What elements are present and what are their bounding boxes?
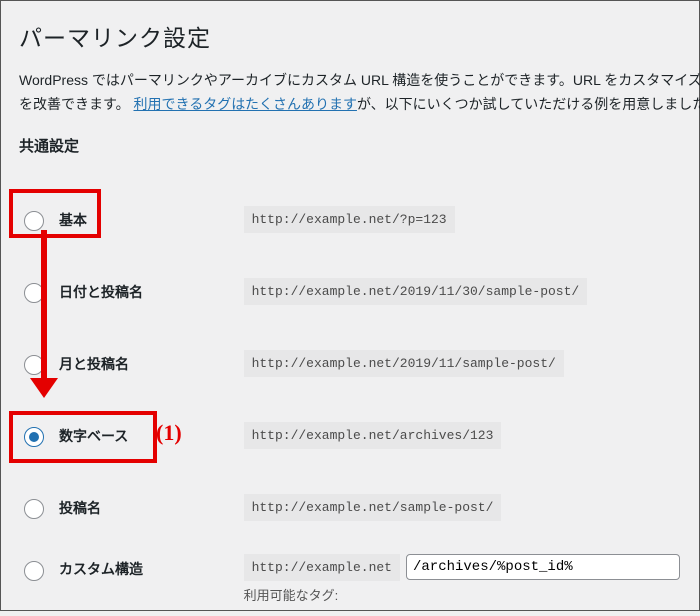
option-row-plain: 基本 http://example.net/?p=123 xyxy=(19,184,681,256)
permalink-options-table: 基本 http://example.net/?p=123 日付と投稿名 http… xyxy=(19,184,681,616)
available-tags-link[interactable]: 利用できるタグはたくさんあります xyxy=(134,96,357,112)
option-label: 月と投稿名 xyxy=(59,354,129,374)
custom-structure-input[interactable] xyxy=(406,554,680,580)
intro-after: が、以下にいくつか試していただける例を用意しました。 xyxy=(357,96,700,112)
example-dayname: http://example.net/2019/11/30/sample-pos… xyxy=(244,278,588,305)
option-row-custom: カスタム構造 http://example.net 利用可能なタグ: xyxy=(19,544,681,616)
page-title: パーマリンク設定 xyxy=(19,19,681,53)
option-label: 基本 xyxy=(59,210,87,230)
radio-plain[interactable] xyxy=(24,211,44,231)
example-postname: http://example.net/sample-post/ xyxy=(244,494,502,521)
available-tags-hint: 利用可能なタグ: xyxy=(244,581,680,604)
option-numeric[interactable]: 数字ベース xyxy=(19,424,233,447)
common-settings-heading: 共通設定 xyxy=(19,135,681,156)
option-row-dayname: 日付と投稿名 http://example.net/2019/11/30/sam… xyxy=(19,256,681,328)
radio-numeric[interactable] xyxy=(24,427,44,447)
option-custom[interactable]: カスタム構造 xyxy=(19,558,233,581)
option-row-postname: 投稿名 http://example.net/sample-post/ xyxy=(19,472,681,544)
example-plain: http://example.net/?p=123 xyxy=(244,206,455,233)
option-label: 投稿名 xyxy=(59,498,101,518)
intro-prefix: を改善できます。 xyxy=(19,96,130,112)
example-numeric: http://example.net/archives/123 xyxy=(244,422,502,449)
intro-paragraph: WordPress ではパーマリンクやアーカイブにカスタム URL 構造を使うこ… xyxy=(19,69,681,117)
radio-postname[interactable] xyxy=(24,499,44,519)
radio-dayname[interactable] xyxy=(24,283,44,303)
radio-custom[interactable] xyxy=(24,561,44,581)
custom-base-url: http://example.net xyxy=(244,554,400,581)
option-dayname[interactable]: 日付と投稿名 xyxy=(19,280,233,303)
radio-monthname[interactable] xyxy=(24,355,44,375)
option-row-numeric: 数字ベース http://example.net/archives/123 xyxy=(19,400,681,472)
intro-line1: WordPress ではパーマリンクやアーカイブにカスタム URL 構造を使うこ… xyxy=(19,72,700,88)
option-row-monthname: 月と投稿名 http://example.net/2019/11/sample-… xyxy=(19,328,681,400)
option-label: 数字ベース xyxy=(59,426,128,446)
option-postname[interactable]: 投稿名 xyxy=(19,496,233,519)
example-monthname: http://example.net/2019/11/sample-post/ xyxy=(244,350,564,377)
option-label: 日付と投稿名 xyxy=(59,282,143,302)
option-monthname[interactable]: 月と投稿名 xyxy=(19,352,233,375)
option-label: カスタム構造 xyxy=(59,559,143,579)
option-plain[interactable]: 基本 xyxy=(19,208,233,231)
